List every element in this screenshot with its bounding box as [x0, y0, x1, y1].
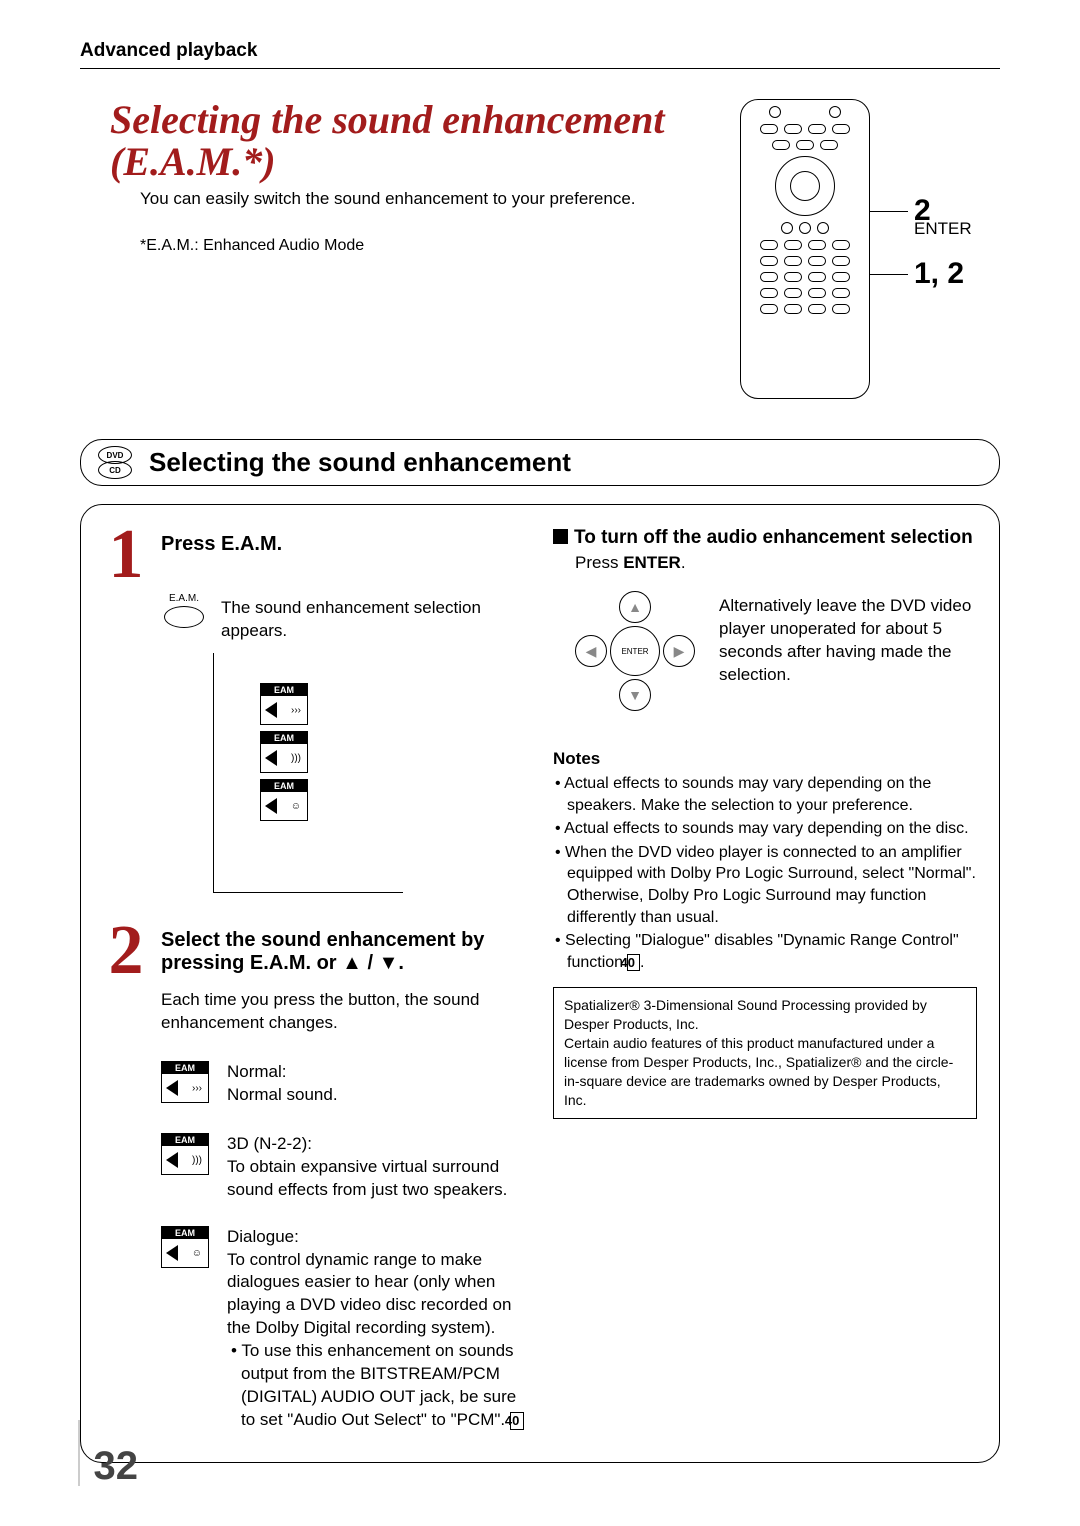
- step-2-body: Each time you press the button, the soun…: [161, 989, 527, 1035]
- mode-3d-title: 3D (N-2-2):: [227, 1133, 527, 1156]
- mode-dialogue-desc: To control dynamic range to make dialogu…: [227, 1249, 527, 1341]
- note-item: • When the DVD video player is connected…: [567, 842, 977, 928]
- eam-icon: EAM›››: [260, 683, 308, 725]
- step-2-number: 2: [103, 923, 149, 979]
- left-column: 1 Press E.A.M. E.A.M. The sound enhancem…: [103, 527, 527, 1432]
- rule: [80, 68, 1000, 69]
- eam-icon: EAM›››: [161, 1061, 209, 1103]
- enter-button-icon: ENTER: [610, 626, 660, 676]
- eam-icon: EAM))): [161, 1133, 209, 1175]
- step-1-body: The sound enhancement selection appears.: [221, 597, 527, 643]
- mode-dialogue-title: Dialogue:: [227, 1226, 527, 1249]
- subtitle: You can easily switch the sound enhancem…: [140, 189, 720, 209]
- mode-dialogue: EAM☺ Dialogue: To control dynamic range …: [161, 1226, 527, 1432]
- eam-footnote: *E.A.M.: Enhanced Audio Mode: [140, 237, 720, 255]
- note-item: • Selecting "Dialogue" disables "Dynamic…: [567, 930, 977, 973]
- disc-icon: DVD CD: [95, 446, 135, 479]
- square-bullet-icon: [553, 529, 568, 544]
- section-bar: DVD CD Selecting the sound enhancement: [80, 439, 1000, 486]
- remote-diagram: 2 ENTER 1, 2: [740, 99, 1000, 399]
- page-ref-icon: 40: [510, 1412, 524, 1430]
- dpad-diagram: ▲ ▼ ◀ ▶ ENTER: [575, 591, 695, 711]
- note-item: • Actual effects to sounds may vary depe…: [567, 773, 977, 816]
- callout-enter-label: ENTER: [914, 219, 972, 239]
- mode-dialogue-bullet: • To use this enhancement on sounds outp…: [241, 1340, 527, 1432]
- intro-row: Selecting the sound enhancement (E.A.M.*…: [80, 99, 1000, 399]
- turnoff-alt-text: Alternatively leave the DVD video player…: [719, 595, 977, 687]
- page-ref-icon: 40: [627, 954, 639, 972]
- step-2-heading: Select the sound enhancement by pressing…: [161, 929, 527, 975]
- section-bar-title: Selecting the sound enhancement: [149, 447, 571, 478]
- mode-normal-desc: Normal sound.: [227, 1084, 338, 1107]
- callout-1-2: 1, 2: [870, 257, 964, 291]
- section-heading: Advanced playback: [80, 40, 1000, 62]
- step-1: 1 Press E.A.M.: [103, 527, 527, 583]
- osd-preview: EAM››› EAM))) EAM☺: [213, 653, 403, 893]
- turnoff-sub: Press ENTER.: [575, 553, 977, 573]
- notes-heading: Notes: [553, 749, 977, 769]
- eam-button-icon: E.A.M.: [161, 593, 207, 643]
- step-2: 2 Select the sound enhancement by pressi…: [103, 923, 527, 979]
- eam-icon: EAM☺: [161, 1226, 209, 1268]
- eam-icon: EAM☺: [260, 779, 308, 821]
- right-column: To turn off the audio enhancement select…: [553, 527, 977, 1119]
- page-title: Selecting the sound enhancement (E.A.M.*…: [110, 99, 720, 183]
- mode-normal: EAM››› Normal: Normal sound.: [161, 1061, 527, 1109]
- trademark-box: Spatializer® 3-Dimensional Sound Process…: [553, 987, 977, 1118]
- procedure-card: 1 Press E.A.M. E.A.M. The sound enhancem…: [80, 504, 1000, 1463]
- eam-icon: EAM))): [260, 731, 308, 773]
- page-number: 32: [78, 1420, 138, 1486]
- note-item: • Actual effects to sounds may vary depe…: [567, 818, 977, 840]
- step-1-number: 1: [103, 527, 149, 583]
- turnoff-heading: To turn off the audio enhancement select…: [553, 527, 977, 549]
- mode-normal-title: Normal:: [227, 1061, 338, 1084]
- mode-3d: EAM))) 3D (N-2-2): To obtain expansive v…: [161, 1133, 527, 1202]
- step-1-heading: Press E.A.M.: [161, 533, 527, 556]
- notes-list: • Actual effects to sounds may vary depe…: [553, 773, 977, 973]
- mode-3d-desc: To obtain expansive virtual surround sou…: [227, 1156, 527, 1202]
